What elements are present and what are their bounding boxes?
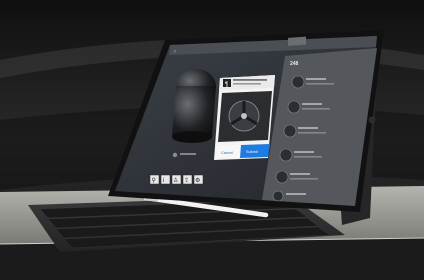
photo-scene: ‹ 248 ⚲ i ♙ ⇪ ⚙ ¶ Cancel Submit: [0, 0, 424, 280]
home-button: [368, 116, 376, 124]
settings-icon: ⚙: [195, 177, 200, 184]
list-item-placeholder: [294, 156, 322, 158]
submit-button[interactable]: Submit: [246, 150, 259, 154]
wheel-hub: [241, 113, 247, 119]
status-text-placeholder: [180, 153, 196, 155]
cancel-button[interactable]: Cancel: [221, 151, 233, 155]
list-item-placeholder: [286, 193, 306, 195]
list-item-placeholder: [294, 151, 314, 153]
item-thumbnail: [283, 124, 297, 138]
modal-dialog: ¶: [214, 75, 275, 160]
status-indicator: [172, 152, 178, 158]
list-item-placeholder: [306, 78, 326, 80]
app-logo-glyph: ¶: [225, 82, 228, 88]
panel-count: 248: [290, 61, 299, 67]
list-item-placeholder: [290, 178, 318, 180]
list-item-placeholder: [302, 108, 330, 110]
dialog-title-placeholder: [233, 79, 267, 81]
item-thumbnail: [291, 75, 305, 89]
search-icon: ⚲: [152, 177, 156, 184]
list-item-placeholder: [290, 173, 310, 175]
person-icon: ♙: [173, 177, 178, 184]
list-item-placeholder: [298, 132, 326, 134]
dialog-subtitle-placeholder: [233, 83, 261, 85]
bottom-toolbar: ⚲ i ♙ ⇪ ⚙: [149, 174, 204, 185]
product-render: [172, 69, 216, 143]
item-thumbnail: [279, 148, 293, 162]
back-button[interactable]: ‹: [174, 49, 176, 55]
share-icon: ⇪: [184, 177, 189, 184]
list-item-placeholder: [306, 83, 334, 85]
list-item-placeholder: [302, 103, 322, 105]
panel-count-badge: [288, 36, 306, 46]
list-item-placeholder: [298, 127, 318, 129]
item-thumbnail: [272, 190, 284, 202]
chevron-left-icon: ‹: [174, 49, 176, 55]
item-thumbnail: [287, 100, 301, 114]
item-thumbnail: [275, 170, 289, 184]
info-icon: i: [163, 178, 164, 184]
